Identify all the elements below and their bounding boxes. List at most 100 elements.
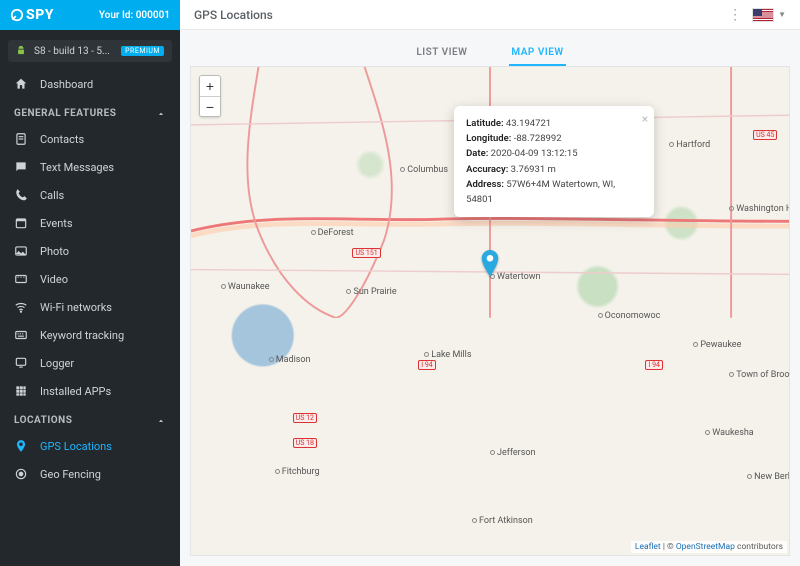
logger-icon [14,356,28,370]
tab-list-view[interactable]: LIST VIEW [414,41,469,66]
caret-down-icon: ▼ [778,10,786,19]
photo-icon [14,244,28,258]
language-selector[interactable]: ▼ [752,8,786,22]
sidebar-item-label: Wi-Fi networks [40,301,112,314]
sidebar-item-label: Dashboard [40,78,93,91]
city-label: Fort Atkinson [472,516,533,526]
chevron-up-icon [156,416,166,426]
osm-link[interactable]: OpenStreetMap [676,542,735,552]
tab-map-view[interactable]: MAP VIEW [509,41,565,66]
city-label: Lake Mills [424,350,471,360]
popup-longitude: -88.728992 [514,133,562,144]
sidebar-item-photo[interactable]: Photo [0,237,180,265]
route-shield: I 94 [418,360,436,370]
more-menu-button[interactable]: ⋮ [728,7,742,23]
city-label: Washington Heights [729,204,790,214]
video-icon [14,272,28,286]
sidebar-item-events[interactable]: Events [0,209,180,237]
zoom-out-button[interactable]: − [200,96,220,116]
your-id: Your Id: 000001 [99,10,170,21]
location-marker[interactable] [480,250,500,282]
section-general-features[interactable]: GENERAL FEATURES [0,98,180,125]
brand-bar: SPY Your Id: 000001 [0,0,180,30]
sms-icon [14,160,28,174]
city-label: Waukesha [705,428,753,438]
city-label: DeForest [311,228,354,238]
zoom-controls: + − [199,75,221,117]
map-container[interactable]: Madison DeForest Waunakee Sun Prairie Fitchb… [190,66,790,556]
geofence-icon [14,467,28,481]
sidebar-menu: Dashboard GENERAL FEATURES Contacts Text… [0,70,180,566]
premium-badge: PREMIUM [121,46,164,56]
city-label: Sun Prairie [346,287,396,297]
sidebar-item-label: Video [40,273,68,286]
home-icon [14,77,28,91]
brand-logo: SPY [10,7,54,23]
main: GPS Locations ⋮ ▼ LIST VIEW MAP VIEW [180,0,800,566]
route-shield: US 12 [293,413,317,423]
route-shield: US 151 [352,248,380,258]
us-flag-icon [752,8,774,22]
sidebar-item-geo-fencing[interactable]: Geo Fencing [0,460,180,488]
sidebar-item-video[interactable]: Video [0,265,180,293]
sidebar-item-label: Photo [40,245,69,258]
popup-latitude: 43.194721 [506,118,551,129]
device-selector[interactable]: S8 - build 13 - 5... PREMIUM [8,40,172,62]
popup-close-button[interactable]: × [642,110,648,129]
city-label: Madison [269,355,311,365]
apps-icon [14,384,28,398]
gps-icon [14,439,28,453]
sidebar-item-gps-locations[interactable]: GPS Locations [0,432,180,460]
wifi-icon [14,300,28,314]
sidebar-item-contacts[interactable]: Contacts [0,125,180,153]
sidebar-item-label: Keyword tracking [40,329,124,342]
city-label: Jefferson [490,448,535,458]
brand-text: SPY [26,7,54,23]
sidebar-item-calls[interactable]: Calls [0,181,180,209]
sidebar-item-keyword-tracking[interactable]: Keyword tracking [0,321,180,349]
zoom-in-button[interactable]: + [200,76,220,96]
sidebar-item-label: Geo Fencing [40,468,101,481]
sidebar-item-logger[interactable]: Logger [0,349,180,377]
city-label: Fitchburg [275,467,320,477]
keyboard-icon [14,328,28,342]
location-popup: × Latitude: 43.194721 Longitude: -88.728… [454,106,654,217]
route-shield: US 45 [753,130,777,140]
route-shield: I 94 [645,360,663,370]
city-label: Waunakee [221,282,270,292]
contacts-icon [14,132,28,146]
sidebar-item-label: Events [40,217,73,230]
logo-icon [10,8,24,22]
sidebar-item-label: Logger [40,357,74,370]
city-label: New Berlin [747,472,790,482]
sidebar: SPY Your Id: 000001 S8 - build 13 - 5...… [0,0,180,566]
sidebar-item-wifi[interactable]: Wi-Fi networks [0,293,180,321]
route-shield: US 18 [293,438,317,448]
chevron-up-icon [156,109,166,119]
popup-accuracy: 3.76931 m [511,164,556,175]
page-title: GPS Locations [194,8,273,22]
city-label: Columbus [400,165,448,175]
call-icon [14,188,28,202]
leaflet-link[interactable]: Leaflet [635,542,661,552]
sidebar-item-label: Installed APPs [40,385,111,398]
city-label: Hartford [669,140,710,150]
sidebar-item-label: Text Messages [40,161,114,174]
sidebar-item-label: Calls [40,189,64,202]
sidebar-item-label: Contacts [40,133,84,146]
city-label: Town of Brookfield [729,370,790,380]
city-label: Oconomowoc [598,311,661,321]
sidebar-item-installed-apps[interactable]: Installed APPs [0,377,180,405]
view-tabs: LIST VIEW MAP VIEW [190,40,790,66]
sidebar-item-text-messages[interactable]: Text Messages [0,153,180,181]
content: LIST VIEW MAP VIEW Madison DeForest Waunak… [180,30,800,566]
app-root: SPY Your Id: 000001 S8 - build 13 - 5...… [0,0,800,566]
device-name: S8 - build 13 - 5... [34,46,110,57]
section-locations[interactable]: LOCATIONS [0,405,180,432]
event-icon [14,216,28,230]
sidebar-item-dashboard[interactable]: Dashboard [0,70,180,98]
popup-date: 2020-04-09 13:12:15 [491,148,578,159]
topbar: GPS Locations ⋮ ▼ [180,0,800,30]
map-attribution: Leaflet | © OpenStreetMap contributors [631,541,787,553]
city-label: Pewaukee [693,340,741,350]
